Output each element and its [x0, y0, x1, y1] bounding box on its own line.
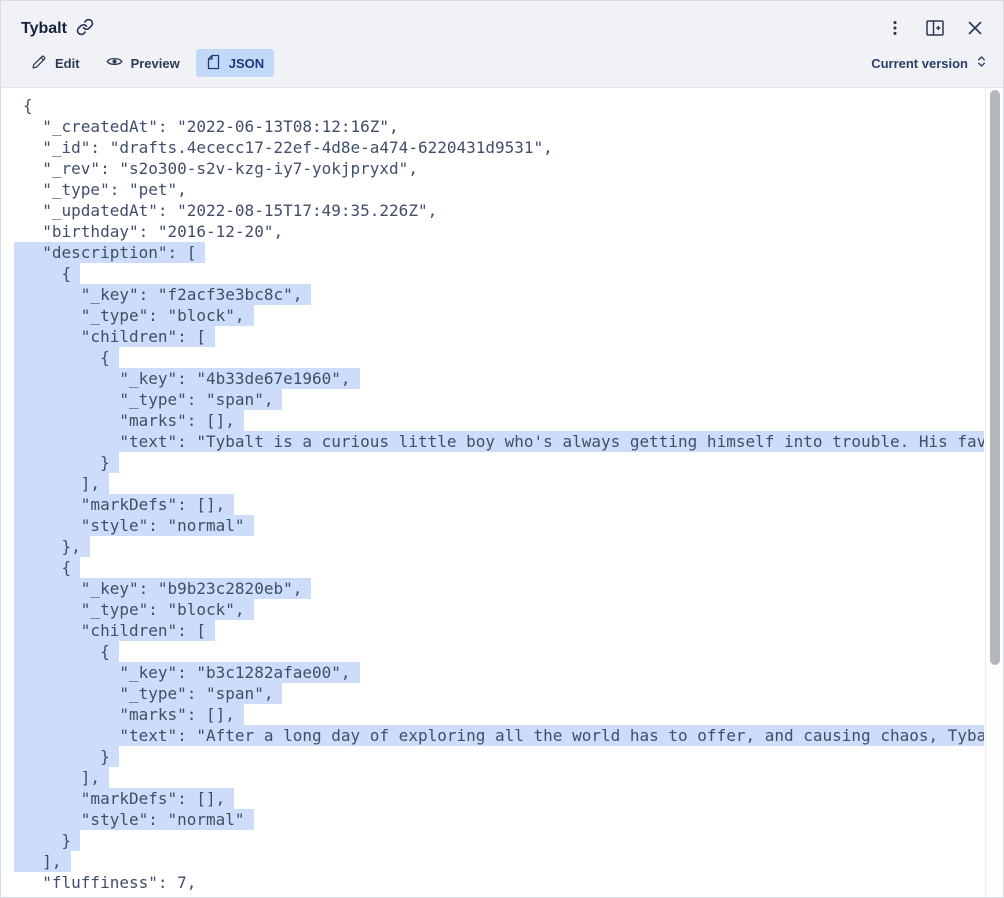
json-line: }, [23, 536, 984, 557]
tab-edit-label: Edit [55, 56, 80, 71]
document-pane: Tybalt [0, 0, 1004, 898]
scrollbar-thumb[interactable] [990, 90, 1000, 665]
json-line: { [23, 557, 984, 578]
split-pane-button[interactable] [919, 13, 951, 45]
close-icon [966, 19, 984, 40]
json-line: "style": "normal" [23, 515, 984, 536]
json-line: ], [23, 851, 984, 872]
json-line: { [23, 347, 984, 368]
vertical-scrollbar[interactable] [985, 88, 1003, 897]
json-line: "style": "normal" [23, 809, 984, 830]
json-line: "_key": "4b33de67e1960", [23, 368, 984, 389]
json-line: "_type": "span", [23, 683, 984, 704]
document-icon [206, 54, 221, 73]
json-code[interactable]: { "_createdAt": "2022-06-13T08:12:16Z", … [1, 88, 984, 897]
json-line: "children": [ [23, 326, 984, 347]
kebab-menu-icon [886, 19, 904, 40]
json-line: "_type": "block", [23, 599, 984, 620]
json-line: "_type": "block", [23, 305, 984, 326]
json-line: } [23, 452, 984, 473]
menu-button[interactable] [879, 13, 911, 45]
json-line: "description": [ [23, 242, 984, 263]
tab-json[interactable]: JSON [196, 49, 274, 77]
json-line: "children": [ [23, 620, 984, 641]
version-selector[interactable]: Current version [869, 50, 991, 76]
tab-preview-label: Preview [131, 56, 180, 71]
json-line: { [23, 263, 984, 284]
json-line: "_type": "pet", [23, 179, 984, 200]
json-line: } [23, 830, 984, 851]
json-line: { [23, 641, 984, 662]
json-inspector: { "_createdAt": "2022-06-13T08:12:16Z", … [1, 88, 1003, 897]
close-button[interactable] [959, 13, 991, 45]
json-line: "text": "After a long day of exploring a… [23, 725, 984, 746]
json-line: } [23, 746, 984, 767]
json-line: "_updatedAt": "2022-08-15T17:49:35.226Z"… [23, 200, 984, 221]
tab-json-label: JSON [229, 56, 264, 71]
pane-header: Tybalt [1, 1, 1003, 88]
tab-edit[interactable]: Edit [21, 49, 90, 77]
json-line: "_key": "b3c1282afae00", [23, 662, 984, 683]
json-line: { [23, 95, 984, 116]
json-line: "_key": "f2acf3e3bc8c", [23, 284, 984, 305]
json-line: "text": "Tybalt is a curious little boy … [23, 431, 984, 452]
tab-preview[interactable]: Preview [96, 49, 190, 77]
view-tabs: Edit Preview [21, 49, 274, 77]
pencil-icon [31, 54, 47, 73]
document-title: Tybalt [21, 18, 94, 41]
header-actions [879, 13, 991, 45]
select-chevrons-icon [974, 54, 989, 72]
json-line: ], [23, 473, 984, 494]
eye-icon [106, 53, 123, 73]
link-icon [76, 18, 94, 41]
json-line: "_type": "span", [23, 389, 984, 410]
split-pane-add-icon [924, 17, 946, 42]
json-line: "_key": "b9b23c2820eb", [23, 578, 984, 599]
json-line: "_id": "drafts.4ececc17-22ef-4d8e-a474-6… [23, 137, 984, 158]
json-line: "markDefs": [], [23, 788, 984, 809]
json-line: "_rev": "s2o300-s2v-kzg-iy7-yokjpryxd", [23, 158, 984, 179]
version-selector-label: Current version [871, 56, 968, 71]
json-line: "marks": [], [23, 704, 984, 725]
json-line: ], [23, 767, 984, 788]
json-line: "fluffiness": 7, [23, 872, 984, 893]
json-line: "interests": [ [23, 893, 984, 897]
document-title-text: Tybalt [21, 20, 67, 38]
json-line: "_createdAt": "2022-06-13T08:12:16Z", [23, 116, 984, 137]
json-line: "birthday": "2016-12-20", [23, 221, 984, 242]
json-line: "markDefs": [], [23, 494, 984, 515]
json-line: "marks": [], [23, 410, 984, 431]
